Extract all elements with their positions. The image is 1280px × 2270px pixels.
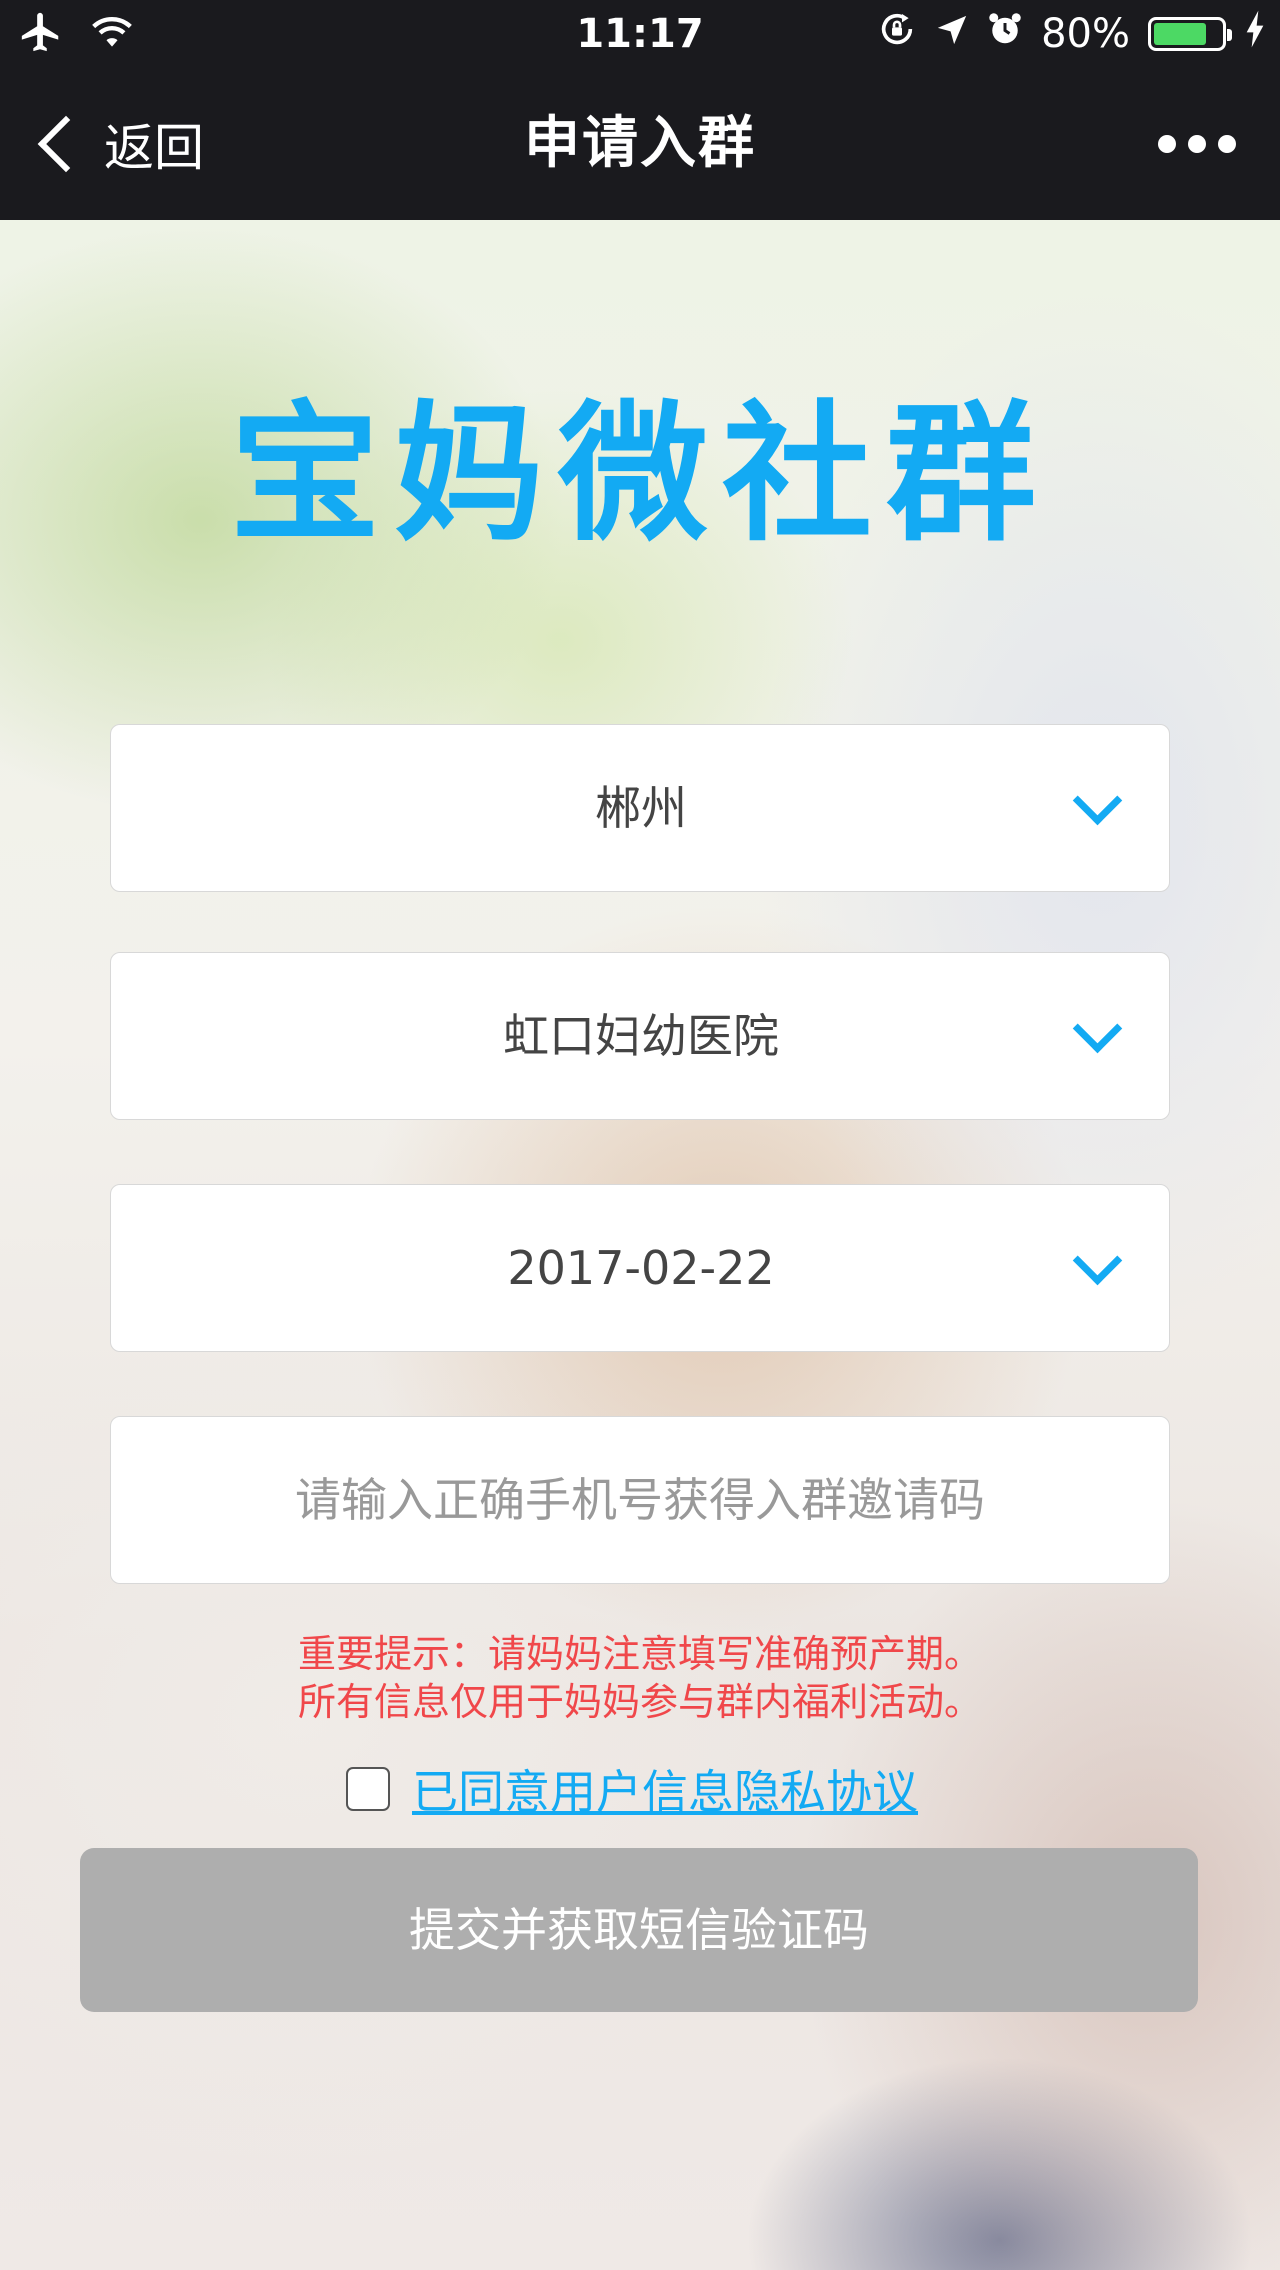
- agreement-checkbox[interactable]: [346, 1767, 390, 1811]
- phone-input[interactable]: [111, 1417, 1169, 1583]
- more-options-button[interactable]: [1158, 124, 1236, 164]
- battery-level: [1154, 23, 1206, 45]
- submit-button[interactable]: 提交并获取短信验证码: [80, 1848, 1198, 2012]
- privacy-agreement-link[interactable]: 已同意用户信息隐私协议: [412, 1756, 918, 1822]
- notice-line-1: 重要提示：请妈妈注意填写准确预产期。: [297, 1632, 982, 1676]
- battery-percent: 80%: [1041, 11, 1130, 57]
- nav-bar: 返回 申请入群: [0, 68, 1280, 220]
- charging-icon: [1244, 9, 1266, 59]
- more-dots-icon: [1158, 135, 1176, 153]
- status-bar: 11:17 80%: [0, 0, 1280, 68]
- phone-field[interactable]: [110, 1416, 1170, 1584]
- orientation-lock-icon: [877, 9, 917, 59]
- city-select[interactable]: 郴州: [110, 724, 1170, 892]
- hospital-value: 虹口妇幼医院: [503, 1009, 779, 1063]
- more-dot: [1218, 135, 1236, 153]
- battery-icon: [1148, 17, 1232, 51]
- location-icon: [935, 11, 969, 57]
- hospital-select[interactable]: 虹口妇幼医院: [110, 952, 1170, 1120]
- due-date-value: 2017-02-22: [507, 1241, 775, 1295]
- more-dot: [1188, 135, 1206, 153]
- due-date-select[interactable]: 2017-02-22: [110, 1184, 1170, 1352]
- city-value: 郴州: [595, 781, 687, 835]
- agreement-row: 已同意用户信息隐私协议: [0, 1756, 1280, 1822]
- alarm-icon: [987, 11, 1023, 57]
- notice-line-2: 所有信息仅用于妈妈参与群内福利活动。: [297, 1680, 982, 1724]
- brand-title: 宝妈微社群: [229, 388, 1050, 562]
- important-notice: 重要提示：请妈妈注意填写准确预产期。 所有信息仅用于妈妈参与群内福利活动。: [0, 1630, 1280, 1726]
- page-title: 申请入群: [524, 111, 756, 176]
- status-right-icons: 80%: [877, 8, 1266, 60]
